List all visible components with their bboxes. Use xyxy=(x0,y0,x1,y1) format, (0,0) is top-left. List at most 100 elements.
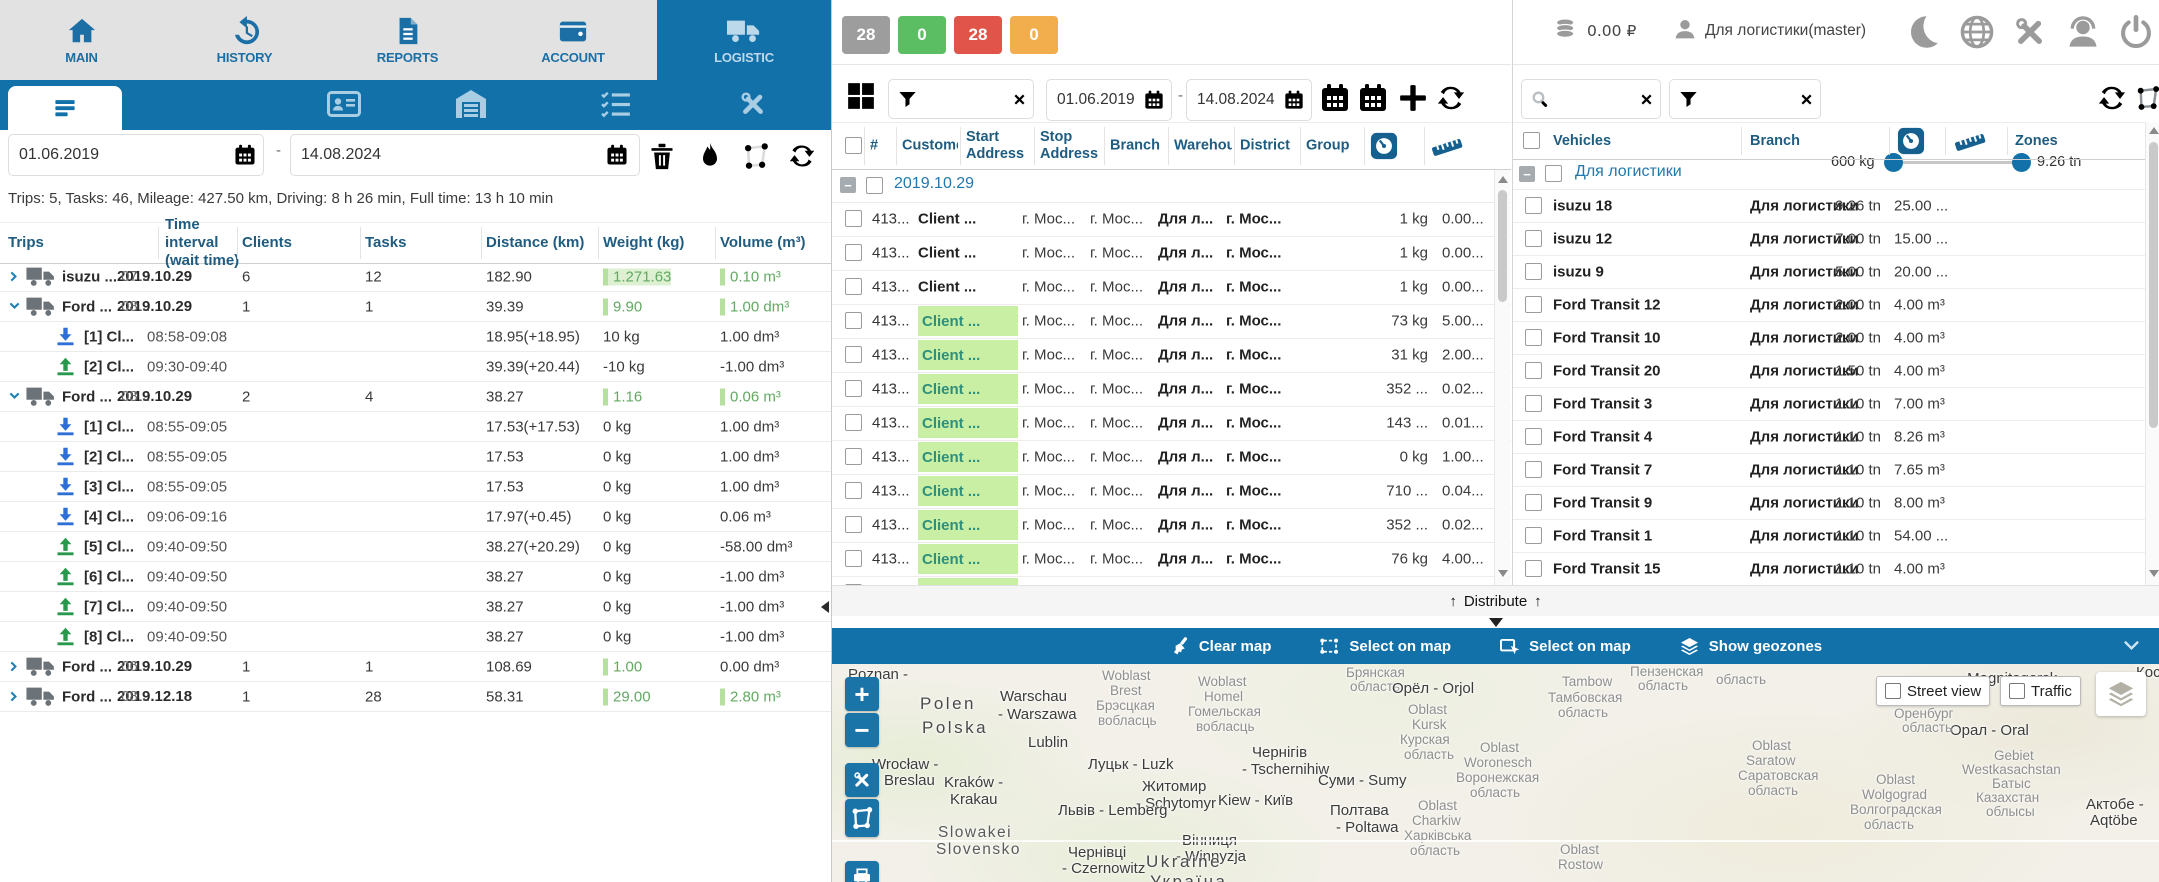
vehicle-row[interactable]: isuzu 12 Для логистики 7.00 tn 15.00 ... xyxy=(1513,222,2159,256)
map-tools-button[interactable] xyxy=(845,763,879,797)
task-row[interactable]: [1] Cl... 08:55-09:05 17.53(+17.53) 0 kg… xyxy=(0,412,831,442)
scroll-up-icon[interactable] xyxy=(2149,127,2159,134)
order-checkbox[interactable] xyxy=(845,244,862,261)
traffic-toggle[interactable]: Traffic xyxy=(2000,676,2081,706)
order-row[interactable]: 413... Client ... г. Мос... г. Мос... Дл… xyxy=(832,406,1511,441)
order-checkbox[interactable] xyxy=(845,278,862,295)
vehicle-checkbox[interactable] xyxy=(1525,428,1542,445)
vehicle-row[interactable]: Ford Transit 4 Для логистики 1.10 tn 8.2… xyxy=(1513,420,2159,454)
order-checkbox[interactable] xyxy=(845,346,862,363)
scrollbar-thumb[interactable] xyxy=(1498,190,1507,302)
task-row[interactable]: [7] Cl... 09:40-09:50 38.27 0 kg -1.00 d… xyxy=(0,592,831,622)
heatmap-icon[interactable] xyxy=(696,142,724,170)
street-view-toggle[interactable]: Street view xyxy=(1876,676,1990,706)
scroll-up-icon[interactable] xyxy=(1498,176,1508,183)
order-checkbox[interactable] xyxy=(845,414,862,431)
select-all-vehicles-checkbox[interactable] xyxy=(1523,132,1540,149)
dark-mode-icon[interactable] xyxy=(1904,14,1940,50)
task-row[interactable]: [5] Cl... 09:40-09:50 38.27(+20.29) 0 kg… xyxy=(0,532,831,562)
nav-tab-history[interactable]: HISTORY xyxy=(163,0,326,80)
order-row[interactable]: 413... Client ... г. Мос... г. Мос... Дл… xyxy=(832,542,1511,577)
chevron-right-icon[interactable] xyxy=(8,660,21,673)
calendar-icon[interactable] xyxy=(234,144,256,166)
order-row[interactable]: 413... Client ... г. Мос... г. Мос... Дл… xyxy=(832,474,1511,509)
scroll-down-icon[interactable] xyxy=(2149,570,2159,577)
task-row[interactable]: [8] Cl... 09:40-09:50 38.27 0 kg -1.00 d… xyxy=(0,622,831,652)
order-row[interactable]: 413... Client ... г. Мос... г. Мос... Дл… xyxy=(832,440,1511,475)
chevron-down-icon[interactable] xyxy=(8,300,21,313)
vehicle-row[interactable]: Ford Transit 15 Для логистики 1.10 tn 4.… xyxy=(1513,552,2159,585)
status-chip[interactable]: 0 xyxy=(1010,16,1058,54)
set-date-start-icon[interactable] xyxy=(1320,83,1350,113)
orders-scrollbar[interactable] xyxy=(1494,170,1510,585)
map-action-lasso[interactable]: Select on map xyxy=(1319,636,1451,657)
vehicle-row[interactable]: Ford Transit 12 Для логистики 2.00 tn 4.… xyxy=(1513,288,2159,322)
zones-polygon-icon[interactable] xyxy=(2135,85,2159,111)
map-layers-button[interactable] xyxy=(2096,672,2146,716)
collapse-left-panel-icon[interactable] xyxy=(821,601,829,613)
task-row[interactable]: [3] Cl... 08:55-09:05 17.53 0 kg 1.00 dm… xyxy=(0,472,831,502)
traffic-checkbox[interactable] xyxy=(2009,683,2025,699)
logout-power-icon[interactable] xyxy=(2118,14,2154,50)
trip-row[interactable]: Ford ... 2019.12.18 08... 1 28 58.31 29.… xyxy=(0,682,831,712)
vehicle-checkbox[interactable] xyxy=(1525,461,1542,478)
add-order-icon[interactable] xyxy=(1398,83,1428,113)
clear-filter-icon[interactable] xyxy=(1012,92,1027,107)
street-view-checkbox[interactable] xyxy=(1885,683,1901,699)
polygon-select-icon[interactable] xyxy=(742,142,770,170)
vehicle-checkbox[interactable] xyxy=(1525,527,1542,544)
nav-tab-reports[interactable]: REPORTS xyxy=(326,0,489,80)
vehicle-row[interactable]: isuzu 9 Для логистики 5.00 tn 20.00 ... xyxy=(1513,255,2159,289)
refresh-trips-icon[interactable] xyxy=(788,142,816,170)
nav-tab-main[interactable]: MAIN xyxy=(0,0,163,80)
vehicle-checkbox[interactable] xyxy=(1525,230,1542,247)
zoom-in-button[interactable]: + xyxy=(845,677,879,711)
group-checkbox[interactable] xyxy=(866,177,883,194)
select-all-orders-checkbox[interactable] xyxy=(845,137,862,154)
chevron-right-icon[interactable] xyxy=(8,270,21,283)
map-polygon-button[interactable] xyxy=(845,799,879,837)
order-checkbox[interactable] xyxy=(845,550,862,567)
task-row[interactable]: [6] Cl... 09:40-09:50 38.27 0 kg -1.00 d… xyxy=(0,562,831,592)
calendar-icon[interactable] xyxy=(606,144,628,166)
collapse-group-icon[interactable]: − xyxy=(840,177,856,193)
map-print-button[interactable] xyxy=(845,861,879,882)
distribute-button[interactable]: ↑ Distribute ↑ xyxy=(832,585,2159,616)
map-action-layers[interactable]: Show geozones xyxy=(1679,636,1822,657)
calendar-icon[interactable] xyxy=(1284,90,1304,110)
map-action-broom[interactable]: Clear map xyxy=(1169,636,1272,657)
refresh-orders-icon[interactable] xyxy=(1436,83,1466,113)
order-row[interactable]: 413... Client ... г. Мос... г. Мос... Дл… xyxy=(832,576,1511,585)
order-row[interactable]: 413... Client ... г. Мос... г. Мос... Дл… xyxy=(832,508,1511,543)
status-chip[interactable]: 0 xyxy=(898,16,946,54)
group-checkbox[interactable] xyxy=(1545,165,1562,182)
vehicle-row[interactable]: Ford Transit 9 Для логистики 1.10 tn 8.0… xyxy=(1513,486,2159,520)
vehicle-checkbox[interactable] xyxy=(1525,560,1542,577)
subtab-checklist-icon[interactable] xyxy=(598,89,632,119)
chevron-down-icon[interactable] xyxy=(2124,640,2139,651)
vehicle-row[interactable]: isuzu 18 Для логистики 9.26 tn 25.00 ... xyxy=(1513,189,2159,223)
map[interactable]: Poznan -PolenPolskaWarschau- WarszawaWob… xyxy=(832,664,2159,882)
vehicles-group-row[interactable]: − Для логистики xyxy=(1513,158,2159,190)
delete-trip-icon[interactable] xyxy=(648,142,676,170)
task-row[interactable]: [1] Cl... 08:58-09:08 18.95(+18.95) 10 k… xyxy=(0,322,831,352)
order-row[interactable]: 413... Client ... г. Мос... г. Мос... Дл… xyxy=(832,236,1511,271)
vehicle-checkbox[interactable] xyxy=(1525,362,1542,379)
nav-tab-logistic[interactable]: LOGISTIC xyxy=(657,0,831,80)
collapse-map-icon[interactable] xyxy=(1489,618,1503,627)
order-row[interactable]: 413... Client ... г. Мос... г. Мос... Дл… xyxy=(832,270,1511,305)
task-row[interactable]: [2] Cl... 09:30-09:40 39.39(+20.44) -10 … xyxy=(0,352,831,382)
collapse-group-icon[interactable]: − xyxy=(1519,166,1535,182)
language-globe-icon[interactable] xyxy=(1959,14,1995,50)
scroll-down-icon[interactable] xyxy=(1498,570,1508,577)
vehicle-checkbox[interactable] xyxy=(1525,296,1542,313)
vehicle-row[interactable]: Ford Transit 1 Для логистики 1.10 tn 54.… xyxy=(1513,519,2159,553)
vehicle-checkbox[interactable] xyxy=(1525,395,1542,412)
order-row[interactable]: 413... Client ... г. Мос... г. Мос... Дл… xyxy=(832,202,1511,237)
vehicle-checkbox[interactable] xyxy=(1525,263,1542,280)
grid-view-icon[interactable] xyxy=(846,81,876,111)
support-icon[interactable] xyxy=(2065,14,2101,50)
zoom-out-button[interactable]: − xyxy=(845,713,879,747)
order-row[interactable]: 413... Client ... г. Мос... г. Мос... Дл… xyxy=(832,338,1511,373)
chevron-down-icon[interactable] xyxy=(8,390,21,403)
